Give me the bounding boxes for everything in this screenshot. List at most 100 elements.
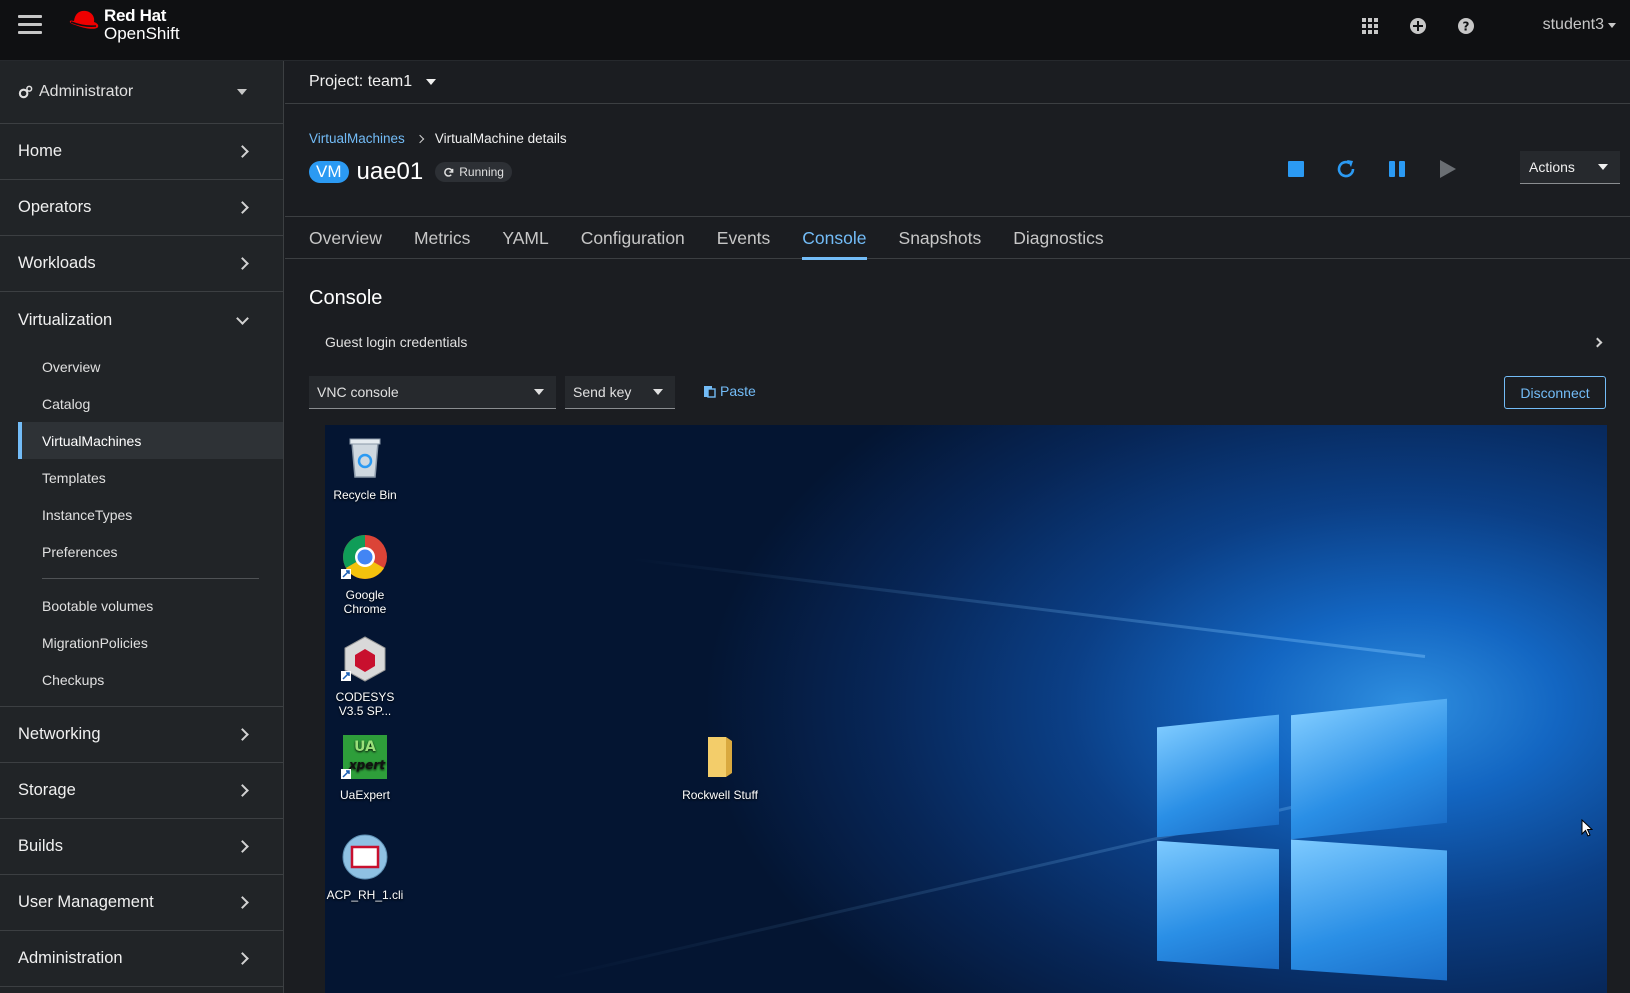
chevron-right-icon [236,952,249,965]
console-type-select[interactable]: VNC console [309,376,556,409]
credentials-label: Guest login credentials [325,334,468,350]
breadcrumb: VirtualMachines VirtualMachine details [309,131,567,146]
vnc-console-screen[interactable]: Recycle Bin Google Chrome CODESYS V3.5 S… [325,425,1607,993]
chevron-down-icon [1608,22,1616,28]
svg-text:?: ? [1463,20,1470,34]
tab-console[interactable]: Console [802,217,867,260]
nav-section-home[interactable]: Home [0,124,283,180]
nav-section-workloads[interactable]: Workloads [0,236,283,292]
desktop-icon-label: Recycle Bin [333,488,397,502]
sidebar-item-migrationpolicies[interactable]: MigrationPolicies [0,624,283,661]
stop-icon[interactable] [1285,158,1307,180]
breadcrumb-separator-icon [415,134,425,143]
codesys-icon [341,636,386,682]
project-selector[interactable]: Project: team1 [285,61,1630,104]
folder-icon [708,737,732,777]
guest-login-credentials-toggle[interactable]: Guest login credentials [309,322,1609,362]
user-menu[interactable]: student3 [1543,16,1616,34]
vm-name: uae01 [356,158,424,185]
desktop-icon-codesys[interactable]: CODESYS V3.5 SP... [325,635,405,718]
send-key-label: Send key [573,384,632,400]
nav-section-virtualization: Virtualization Overview Catalog VirtualMac… [0,292,283,707]
caret-down-icon [426,79,437,85]
nav-section-administration[interactable]: Administration [0,931,283,987]
sidebar-nav: Administrator Home Operators Workloads Vir… [0,61,284,993]
caret-down-icon [1598,164,1608,170]
brand-logo[interactable]: Red Hat OpenShift [66,7,180,43]
plus-circle-icon[interactable] [1408,16,1428,36]
sidebar-item-virtualmachines[interactable]: VirtualMachines [18,422,283,459]
sidebar-item-bootable-volumes[interactable]: Bootable volumes [0,587,283,624]
status-badge: Running [435,162,512,182]
play-icon[interactable] [1436,158,1458,180]
desktop-icon-acp-file[interactable]: ACP_RH_1.cli [325,833,405,902]
sidebar-item-checkups[interactable]: Checkups [0,661,283,698]
caret-down-icon [237,89,247,95]
desktop-icon-label: CODESYS V3.5 SP... [335,690,395,718]
windows-logo-pane [1291,698,1447,840]
nav-label: Virtualization [18,310,113,329]
sidebar-item-templates[interactable]: Templates [0,459,283,496]
tab-events[interactable]: Events [717,217,771,259]
tab-snapshots[interactable]: Snapshots [899,217,982,259]
help-icon[interactable]: ? [1456,16,1476,36]
cog-icon [18,85,33,98]
windows-logo-pane [1157,840,1279,970]
sidebar-item-instancetypes[interactable]: InstanceTypes [0,496,283,533]
desktop-icon-label: Rockwell Stuff [682,788,758,802]
brand-line2: OpenShift [104,24,180,43]
windows-logo-pane [1291,839,1447,981]
nav-section-user-management[interactable]: User Management [0,875,283,931]
pause-icon[interactable] [1386,158,1408,180]
desktop-icon-recycle-bin[interactable]: Recycle Bin [325,433,405,502]
uaexpert-icon: UA xpert [341,735,387,779]
hamburger-menu-icon[interactable] [18,15,42,35]
tab-configuration[interactable]: Configuration [581,217,685,259]
nav-section-builds[interactable]: Builds [0,819,283,875]
desktop-icon-rockwell-stuff[interactable]: Rockwell Stuff [680,733,760,802]
chevron-right-icon [236,201,249,214]
brand-line1: Red Hat [104,6,167,25]
tab-yaml[interactable]: YAML [502,217,548,259]
chevron-right-icon [236,784,249,797]
disconnect-button[interactable]: Disconnect [1504,376,1606,409]
tab-diagnostics[interactable]: Diagnostics [1013,217,1103,259]
grid-icon[interactable] [1360,16,1380,36]
main-content: Project: team1 VirtualMachines VirtualMa… [285,61,1630,993]
chevron-right-icon [236,896,249,909]
perspective-switcher[interactable]: Administrator [0,61,283,124]
redhat-logo-icon [69,10,99,29]
nav-label: Storage [18,781,76,799]
chevron-right-icon [236,145,249,158]
send-key-dropdown[interactable]: Send key [565,376,675,409]
desktop-icon-label: UaExpert [339,788,391,802]
user-name: student3 [1542,16,1604,33]
breadcrumb-link-virtualmachines[interactable]: VirtualMachines [309,131,405,146]
sidebar-item-catalog[interactable]: Catalog [0,385,283,422]
chevron-right-icon [236,840,249,853]
nav-section-storage[interactable]: Storage [0,763,283,819]
windows-logo-pane [1157,714,1279,838]
restart-icon[interactable] [1335,158,1357,180]
tab-overview[interactable]: Overview [309,217,382,259]
tab-metrics[interactable]: Metrics [414,217,470,259]
desktop-icon-uaexpert[interactable]: UA xpert UaExpert [325,733,405,802]
console-heading: Console [309,287,383,309]
paste-label: Paste [720,383,756,399]
chevron-right-icon [236,257,249,270]
nav-section-networking[interactable]: Networking [0,707,283,763]
project-label: Project: team1 [309,73,413,90]
sidebar-item-overview[interactable]: Overview [0,348,283,385]
desktop-icon-google-chrome[interactable]: Google Chrome [325,533,405,616]
sidebar-item-preferences[interactable]: Preferences [0,533,283,570]
chevron-down-icon [236,312,249,325]
nav-virtualization-toggle[interactable]: Virtualization [0,292,283,348]
nav-section-operators[interactable]: Operators [0,180,283,236]
actions-dropdown[interactable]: Actions [1520,151,1620,184]
breadcrumb-current: VirtualMachine details [434,131,567,146]
caret-down-icon [653,389,663,395]
perspective-label: Administrator [39,83,134,100]
paste-button[interactable]: Paste [703,383,756,399]
chevron-right-icon [1592,337,1603,347]
actions-label: Actions [1529,159,1575,175]
